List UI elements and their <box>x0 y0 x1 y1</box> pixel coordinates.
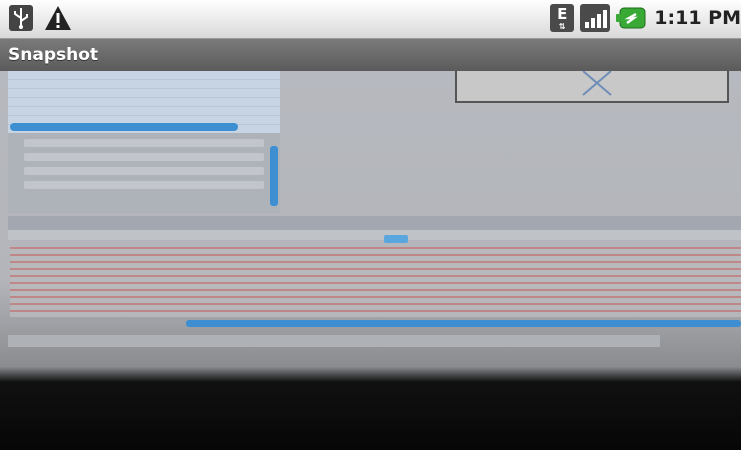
photo-region-tabs <box>8 216 741 230</box>
status-bar: E ⇅ 1:11 PM <box>0 0 741 39</box>
snapshot-photo <box>0 71 741 450</box>
title-bar: Snapshot <box>0 39 741 71</box>
warning-icon <box>44 5 72 31</box>
close-icon <box>577 71 617 99</box>
page-title: Snapshot <box>8 45 99 65</box>
photo-region-button <box>384 235 408 243</box>
photo-region-filter <box>8 335 660 347</box>
usb-icon <box>8 5 34 31</box>
photo-region-window <box>455 71 729 103</box>
photo-region-scroll <box>10 123 238 131</box>
photo-region-log-scroll <box>186 320 741 327</box>
network-type-label: E <box>557 5 568 23</box>
photo-region-panel-scroll <box>270 146 278 206</box>
photo-region-emulator-panel <box>8 133 280 213</box>
photo-region-log-header <box>8 230 741 240</box>
status-clock: 1:11 PM <box>654 7 741 29</box>
battery-charging-icon <box>616 7 646 29</box>
photo-region-log-lines <box>10 247 741 317</box>
signal-icon <box>580 4 611 32</box>
network-edge-icon: E ⇅ <box>550 4 575 32</box>
